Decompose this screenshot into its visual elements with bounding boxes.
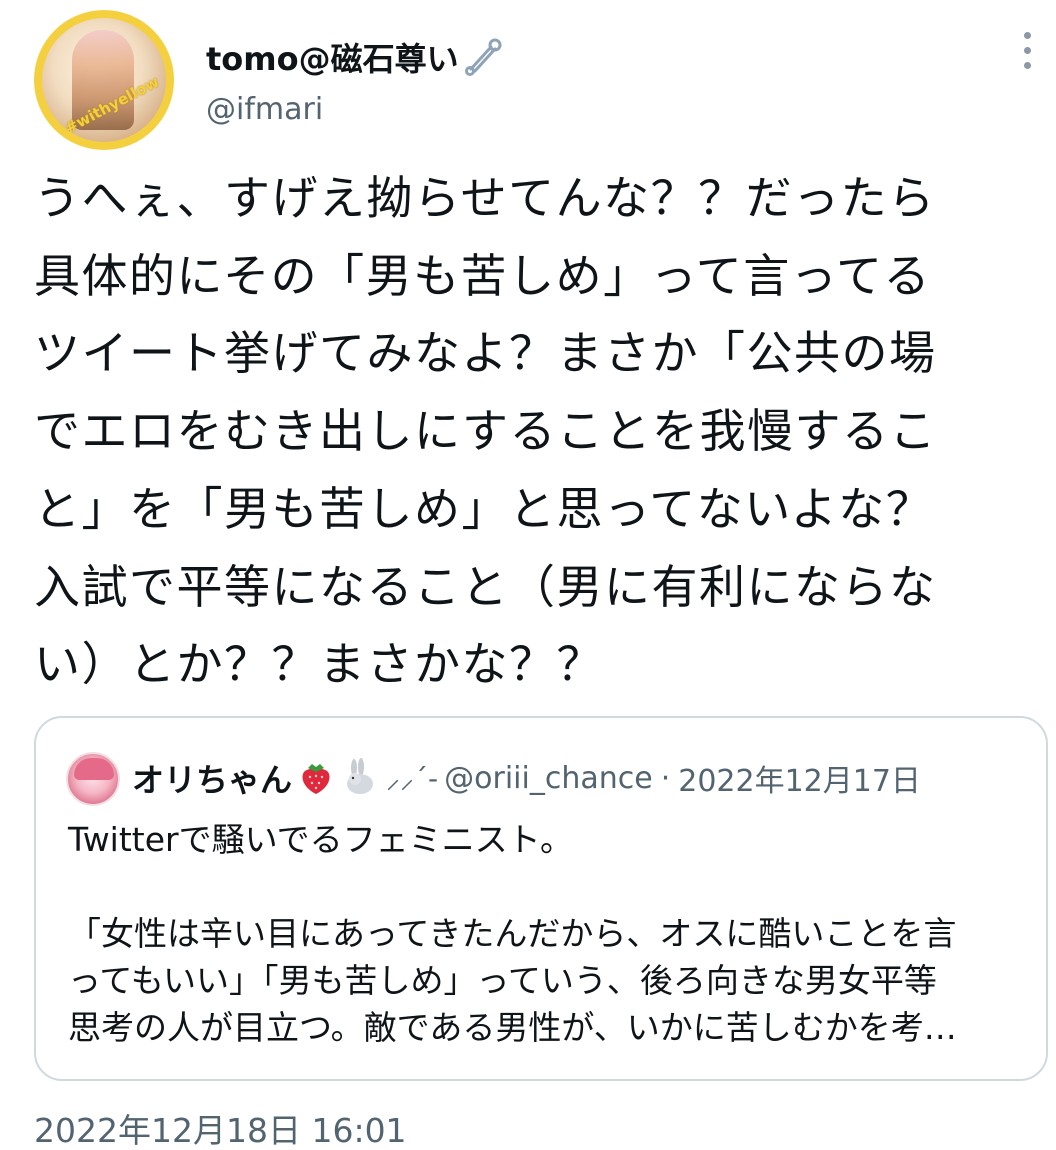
quoted-line: 思考の人が目立つ。敵である男性が、いかに苦しむかを考… (68, 1008, 957, 1047)
tweet: #withyellow tomo@磁石尊い @ifmari うへぇ、すげえ拗らせ… (0, 0, 1056, 1150)
author-name-text: tomo@磁石尊い (206, 40, 459, 78)
rabbit-icon (347, 758, 374, 794)
quoted-author-avatar[interactable] (66, 752, 120, 806)
quoted-author-handle[interactable]: @oriii_chance (444, 761, 653, 796)
tweet-line: 具体的にその「男も苦しめ」って言ってる (34, 248, 931, 303)
tweet-line: 入試で平等になること（男に有利にならな (34, 559, 937, 614)
strawberry-icon (302, 764, 330, 794)
quoted-line: ってもいい」「男も苦しめ」っていう、後ろ向きな男女平等 (68, 961, 937, 1000)
tweet-line: うへぇ、すげえ拗らせてんな？？だったら (34, 171, 936, 225)
tweet-line: と」を「男も苦しめ」と思ってないよな？ (34, 481, 934, 536)
quoted-blank-line (68, 863, 1028, 910)
tweet-timestamp[interactable]: 2022年12月18日 16:01 (34, 1104, 407, 1150)
tweet-line: でエロをむき出しにすることを我慢するこ (34, 404, 937, 459)
quoted-line: 「女性は辛い目にあってきたんだから、オスに酷いことを言 (68, 914, 957, 953)
safety-pin-icon (464, 38, 502, 76)
more-options-button[interactable] (1010, 30, 1044, 70)
quoted-tweet-card[interactable]: オリちゃん ⸝⸝´- @oriii_chance · 2022年12月17日 T… (34, 716, 1048, 1081)
more-dot-icon (1023, 61, 1031, 69)
tweet-text: うへぇ、すげえ拗らせてんな？？だったら 具体的にその「男も苦しめ」って言ってる … (34, 160, 1024, 704)
author-avatar[interactable]: #withyellow (34, 10, 174, 150)
tweet-line: ツイート挙げてみなよ？まさか「公共の場 (34, 326, 937, 381)
more-dot-icon (1023, 46, 1031, 54)
quoted-author-name[interactable]: オリちゃん (132, 755, 292, 801)
quoted-tweet-header: オリちゃん ⸝⸝´- @oriii_chance · 2022年12月17日 (132, 754, 921, 802)
more-dot-icon (1023, 31, 1031, 39)
avatar-hair (74, 758, 114, 780)
avatar-artwork: #withyellow (42, 18, 166, 142)
author-handle[interactable]: @ifmari (206, 92, 323, 127)
quoted-line: Twitterで騒いでるフェミニスト。 (68, 820, 573, 859)
quoted-tweet-date[interactable]: 2022年12月17日 (678, 756, 921, 800)
tweet-line: い）とか？？まさかな？？ (34, 637, 604, 692)
author-display-name[interactable]: tomo@磁石尊い (206, 34, 505, 80)
separator-dot: · (660, 760, 671, 796)
quoted-tweet-text: Twitterで騒いでるフェミニスト。 「女性は辛い目にあってきたんだから、オス… (68, 816, 1028, 1051)
decorative-sparkle: ⸝⸝´- (386, 762, 439, 795)
